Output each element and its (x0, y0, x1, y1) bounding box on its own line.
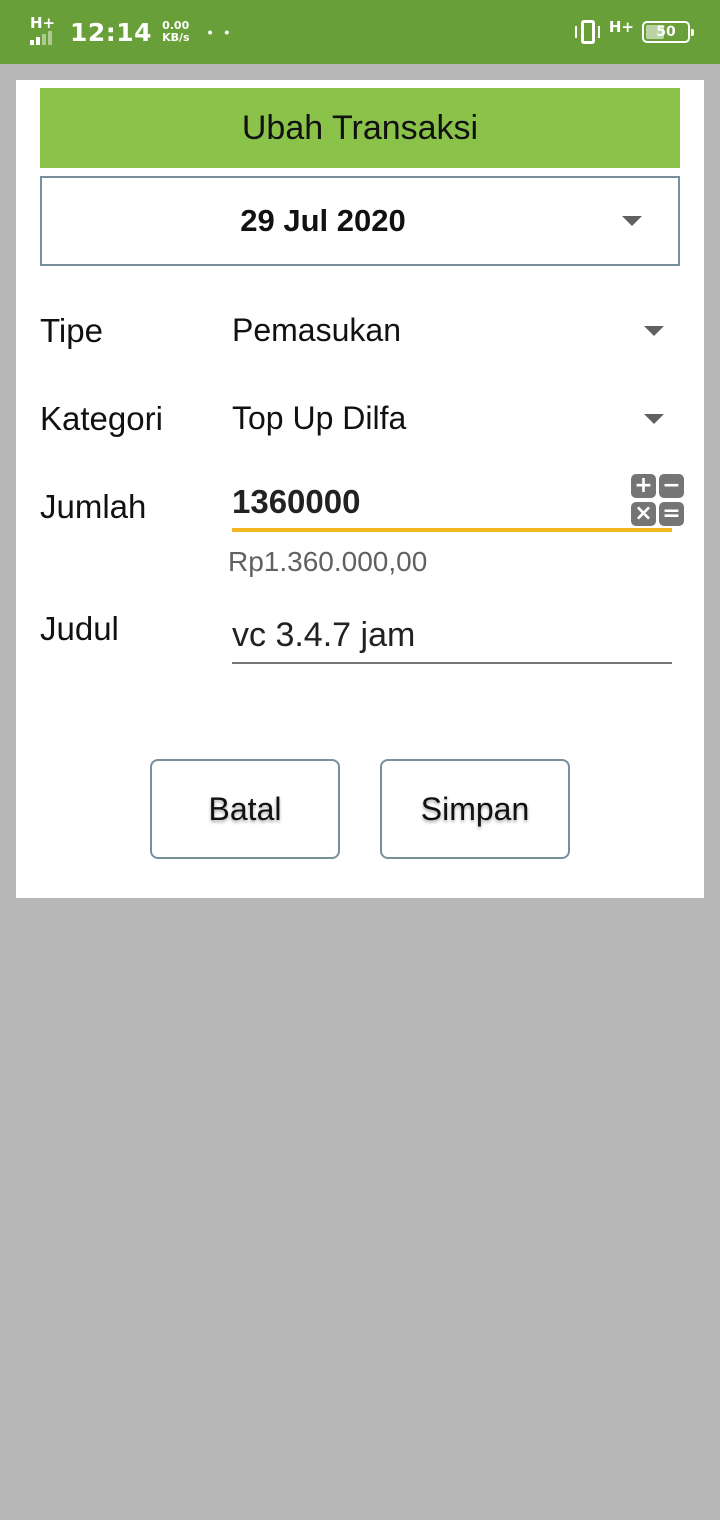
network-type-left: H+ (30, 14, 56, 32)
cancel-button[interactable]: Batal (150, 759, 340, 859)
amount-label: Jumlah (40, 488, 147, 525)
plus-icon: + (631, 474, 656, 498)
status-left: H+ 12:14 0.00 KB/s • • (30, 14, 233, 50)
dialog-title: Ubah Transaksi (40, 88, 680, 168)
calculator-button[interactable]: + − × = (631, 474, 685, 526)
category-dropdown[interactable]: Top Up Dilfa (216, 390, 686, 450)
notification-dots: • • (207, 24, 234, 40)
minus-icon: − (659, 474, 684, 498)
status-right: H+ 50 (574, 16, 694, 48)
signal-icon: H+ (30, 16, 62, 48)
type-value: Pemasukan (232, 312, 401, 348)
multiply-icon: × (631, 501, 656, 526)
vibrate-icon (574, 18, 601, 46)
network-speed: 0.00 KB/s (162, 20, 189, 44)
title-label: Judul (40, 610, 119, 647)
battery-level: 50 (656, 24, 676, 40)
date-value: 29 Jul 2020 (240, 203, 406, 238)
category-value: Top Up Dilfa (232, 400, 407, 436)
edit-transaction-dialog: Ubah Transaksi 29 Jul 2020 Tipe Pemasuka… (16, 80, 704, 898)
amount-formatted: Rp1.360.000,00 (228, 546, 428, 577)
status-bar: H+ 12:14 0.00 KB/s • • H+ 50 (0, 0, 720, 64)
save-button[interactable]: Simpan (380, 759, 570, 859)
battery-icon: 50 (642, 21, 694, 43)
category-label: Kategori (40, 400, 163, 437)
network-type-right: H+ (608, 17, 634, 36)
type-label: Tipe (40, 312, 103, 349)
chevron-down-icon (644, 414, 664, 424)
title-input[interactable] (232, 608, 672, 664)
chevron-down-icon (644, 326, 664, 336)
type-dropdown[interactable]: Pemasukan (216, 302, 686, 362)
chevron-down-icon (622, 216, 642, 226)
amount-input[interactable] (232, 476, 672, 532)
clock: 12:14 (70, 17, 153, 47)
equals-icon: = (659, 501, 684, 526)
date-picker[interactable]: 29 Jul 2020 (40, 176, 680, 266)
speed-unit: KB/s (162, 31, 190, 44)
